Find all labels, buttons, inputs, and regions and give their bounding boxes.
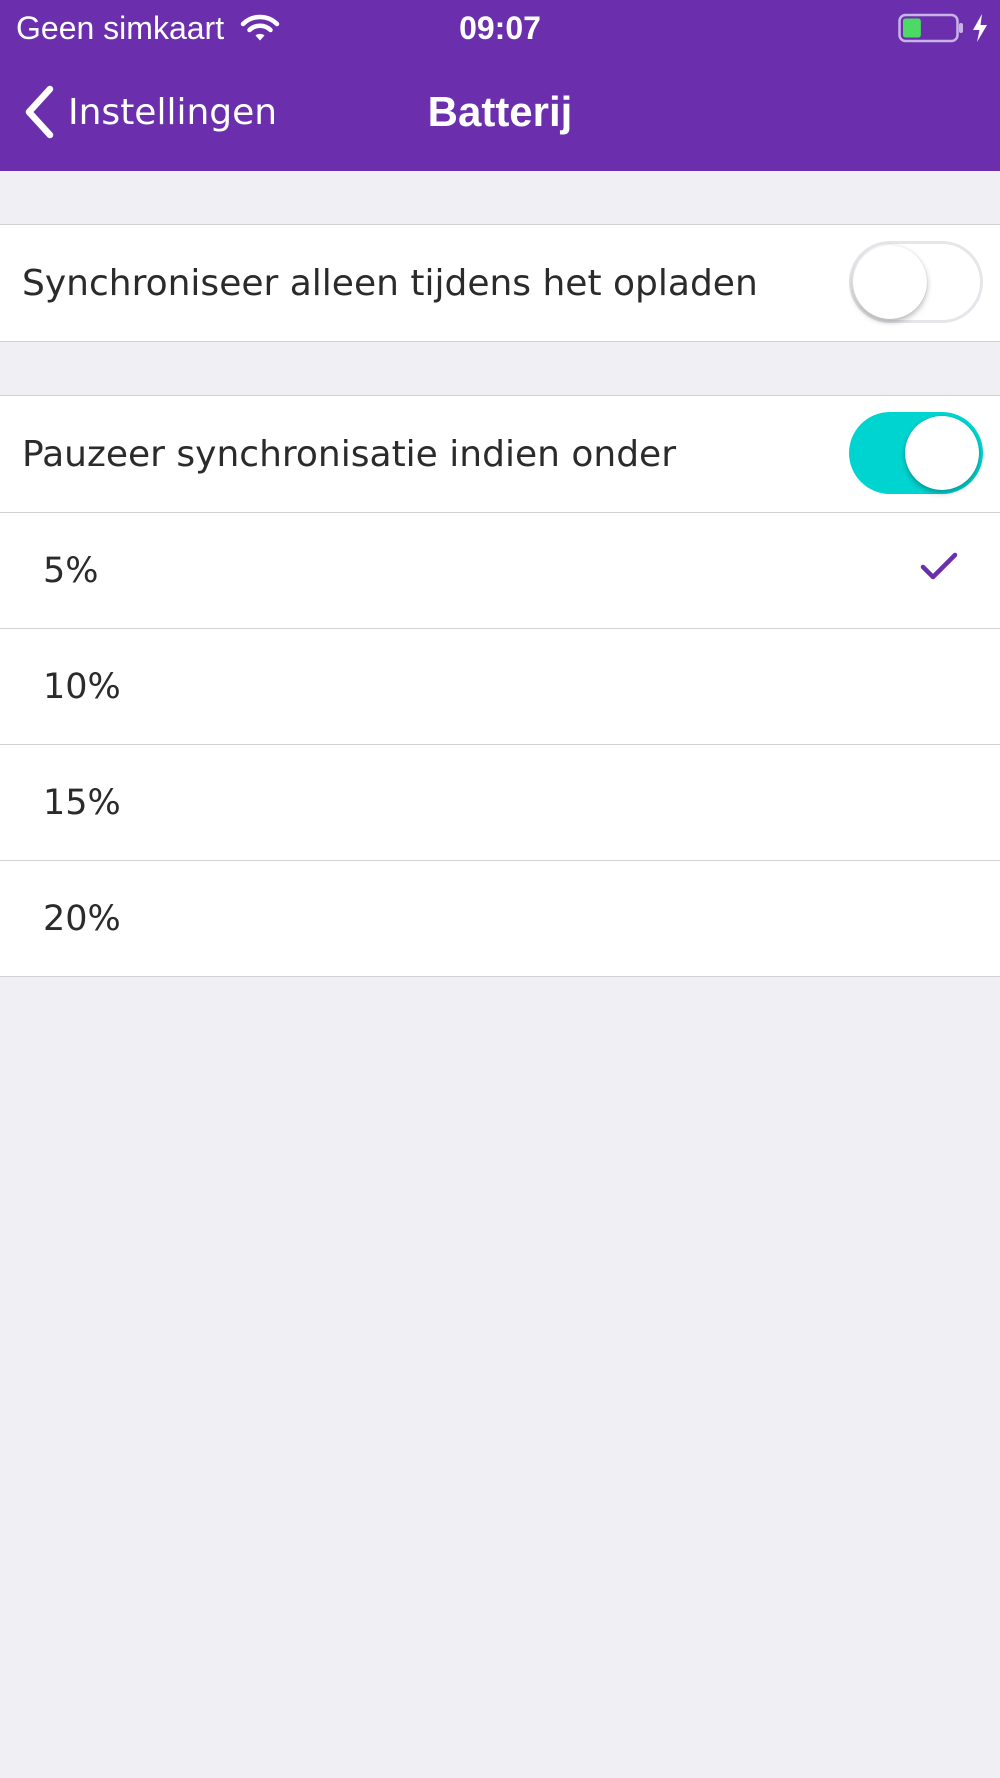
status-time: 09:07 (459, 10, 541, 46)
threshold-option-label: 20% (43, 898, 121, 939)
threshold-option-label: 15% (43, 782, 121, 823)
threshold-option-15[interactable]: 15% (0, 744, 1000, 860)
page-title: Batterij (427, 88, 573, 135)
toggle-knob (853, 245, 927, 319)
threshold-option-5[interactable]: 5% (0, 512, 1000, 628)
threshold-option-label: 5% (43, 550, 99, 591)
threshold-option-label: 10% (43, 666, 121, 707)
battery-icon (898, 13, 963, 43)
navigation-header: Geen simkaart 09:07 Instellingen Batteri… (0, 0, 1000, 171)
charging-sync-section: Synchroniseer alleen tijdens het opladen (0, 224, 1000, 342)
toggle-knob (905, 416, 979, 490)
sync-while-charging-label: Synchroniseer alleen tijdens het opladen (22, 262, 758, 304)
status-bar-right (898, 10, 990, 46)
checkmark-icon (920, 552, 958, 580)
pause-sync-label: Pauzeer synchronisatie indien onder (22, 433, 676, 475)
sync-while-charging-row: Synchroniseer alleen tijdens het opladen (0, 225, 1000, 341)
threshold-option-10[interactable]: 10% (0, 628, 1000, 744)
sync-while-charging-toggle[interactable] (849, 241, 983, 323)
pause-sync-toggle[interactable] (849, 412, 983, 494)
pause-sync-section: Pauzeer synchronisatie indien onder 5% 1… (0, 395, 1000, 977)
pause-sync-row: Pauzeer synchronisatie indien onder (0, 396, 1000, 512)
threshold-option-20[interactable]: 20% (0, 860, 1000, 976)
charging-bolt-icon (973, 14, 987, 42)
